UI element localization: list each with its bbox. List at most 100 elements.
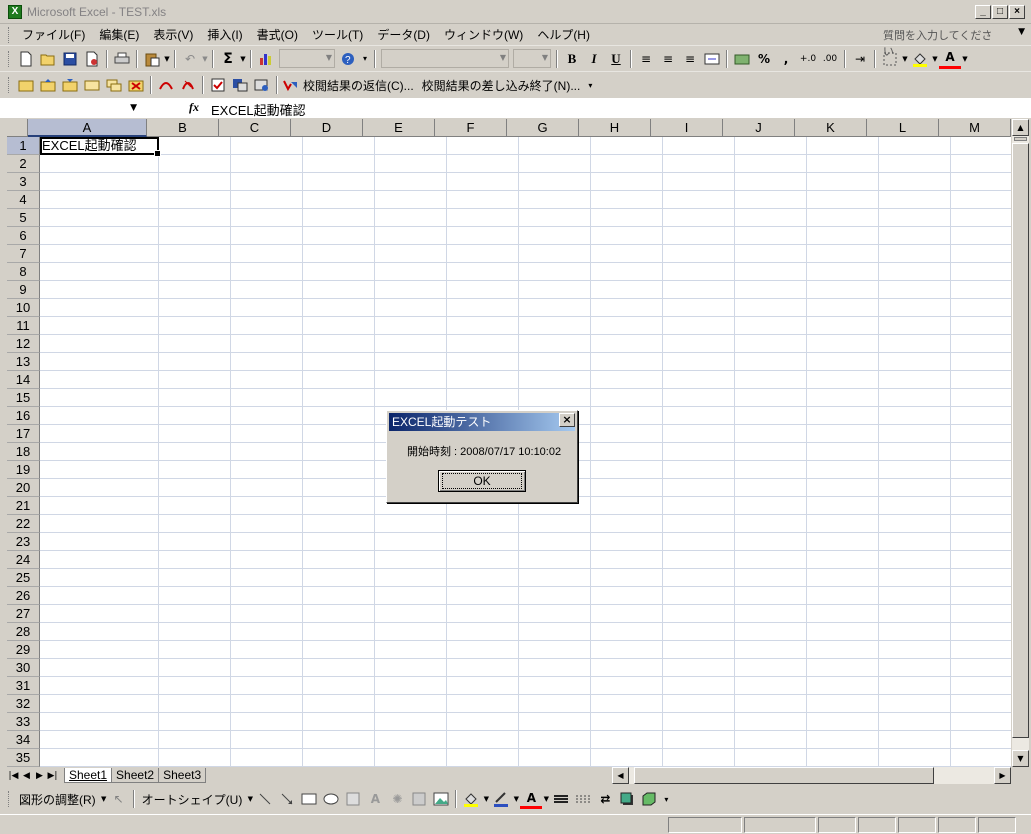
column-header[interactable]: G — [507, 119, 579, 137]
cell-f8[interactable] — [447, 263, 519, 281]
cell-c23[interactable] — [231, 533, 303, 551]
comma-icon[interactable]: , — [775, 49, 797, 69]
cell-j19[interactable] — [735, 461, 807, 479]
cell-g2[interactable] — [519, 155, 591, 173]
cell-d25[interactable] — [303, 569, 375, 587]
cell-a6[interactable] — [40, 227, 159, 245]
diagram-icon[interactable]: ✺ — [386, 789, 408, 809]
cell-c24[interactable] — [231, 551, 303, 569]
cell-a28[interactable] — [40, 623, 159, 641]
cell-a11[interactable] — [40, 317, 159, 335]
cell-j6[interactable] — [735, 227, 807, 245]
column-header[interactable]: E — [363, 119, 435, 137]
new-comment-icon[interactable] — [15, 75, 37, 95]
cell-l4[interactable] — [879, 191, 951, 209]
cell-l11[interactable] — [879, 317, 951, 335]
cell-b1[interactable] — [159, 137, 231, 155]
cell-j28[interactable] — [735, 623, 807, 641]
column-header[interactable]: H — [579, 119, 651, 137]
create-task-icon[interactable] — [207, 75, 229, 95]
cell-m3[interactable] — [951, 173, 1011, 191]
row-header[interactable]: 4 — [7, 191, 40, 209]
row-header[interactable]: 14 — [7, 371, 40, 389]
cell-b13[interactable] — [159, 353, 231, 371]
cell-m28[interactable] — [951, 623, 1011, 641]
arrow-icon[interactable] — [276, 789, 298, 809]
cell-e22[interactable] — [375, 515, 447, 533]
chevron-down-icon[interactable]: ▼ — [901, 49, 909, 69]
cell-e27[interactable] — [375, 605, 447, 623]
cell-k31[interactable] — [807, 677, 879, 695]
cell-i16[interactable] — [663, 407, 735, 425]
cell-l16[interactable] — [879, 407, 951, 425]
chart-wizard-icon[interactable] — [255, 49, 277, 69]
cell-b21[interactable] — [159, 497, 231, 515]
cell-j4[interactable] — [735, 191, 807, 209]
cell-c1[interactable] — [231, 137, 303, 155]
cell-f10[interactable] — [447, 299, 519, 317]
cell-h6[interactable] — [591, 227, 663, 245]
cell-l34[interactable] — [879, 731, 951, 749]
cell-d7[interactable] — [303, 245, 375, 263]
cell-j1[interactable] — [735, 137, 807, 155]
bold-icon[interactable]: B — [561, 49, 583, 69]
cell-j34[interactable] — [735, 731, 807, 749]
cell-k6[interactable] — [807, 227, 879, 245]
cell-a22[interactable] — [40, 515, 159, 533]
menu-edit[interactable]: 編集(E) — [92, 26, 146, 43]
cell-h30[interactable] — [591, 659, 663, 677]
chevron-down-icon[interactable]: ▼ — [512, 789, 520, 809]
indent-icon[interactable]: ⇥ — [849, 49, 871, 69]
font-size-combo[interactable]: ▼ — [513, 49, 551, 68]
cell-b28[interactable] — [159, 623, 231, 641]
cell-i26[interactable] — [663, 587, 735, 605]
cell-d4[interactable] — [303, 191, 375, 209]
cell-j29[interactable] — [735, 641, 807, 659]
cell-h23[interactable] — [591, 533, 663, 551]
cell-e34[interactable] — [375, 731, 447, 749]
cell-h1[interactable] — [591, 137, 663, 155]
open-folder-icon[interactable] — [37, 49, 59, 69]
cell-i35[interactable] — [663, 749, 735, 767]
cell-i27[interactable] — [663, 605, 735, 623]
cell-f28[interactable] — [447, 623, 519, 641]
insert-picture-icon[interactable] — [430, 789, 452, 809]
cell-a3[interactable] — [40, 173, 159, 191]
scroll-up-icon[interactable]: ▲ — [1012, 119, 1029, 136]
cell-b26[interactable] — [159, 587, 231, 605]
cell-k10[interactable] — [807, 299, 879, 317]
cell-e1[interactable] — [375, 137, 447, 155]
cell-h8[interactable] — [591, 263, 663, 281]
cell-g28[interactable] — [519, 623, 591, 641]
horizontal-scroll-thumb[interactable] — [634, 767, 934, 784]
row-header[interactable]: 20 — [7, 479, 40, 497]
cell-j15[interactable] — [735, 389, 807, 407]
toolbar-options-icon[interactable]: ▾ — [584, 75, 596, 95]
row-header[interactable]: 11 — [7, 317, 40, 335]
cell-d18[interactable] — [303, 443, 375, 461]
cell-k27[interactable] — [807, 605, 879, 623]
cell-k17[interactable] — [807, 425, 879, 443]
cell-a18[interactable] — [40, 443, 159, 461]
cell-c30[interactable] — [231, 659, 303, 677]
cell-f29[interactable] — [447, 641, 519, 659]
cell-j3[interactable] — [735, 173, 807, 191]
decrease-decimal-icon[interactable]: .00 — [819, 49, 841, 69]
cell-i2[interactable] — [663, 155, 735, 173]
help-question-input[interactable]: 質問を入力してください — [883, 26, 1001, 58]
cell-g35[interactable] — [519, 749, 591, 767]
cell-c10[interactable] — [231, 299, 303, 317]
cell-l12[interactable] — [879, 335, 951, 353]
clip-art-icon[interactable] — [408, 789, 430, 809]
row-header[interactable]: 13 — [7, 353, 40, 371]
ok-button[interactable]: OK — [438, 470, 526, 492]
cell-g5[interactable] — [519, 209, 591, 227]
cell-l28[interactable] — [879, 623, 951, 641]
row-header[interactable]: 26 — [7, 587, 40, 605]
cell-j16[interactable] — [735, 407, 807, 425]
cell-j18[interactable] — [735, 443, 807, 461]
cell-d28[interactable] — [303, 623, 375, 641]
cell-k16[interactable] — [807, 407, 879, 425]
cell-g12[interactable] — [519, 335, 591, 353]
cell-c22[interactable] — [231, 515, 303, 533]
